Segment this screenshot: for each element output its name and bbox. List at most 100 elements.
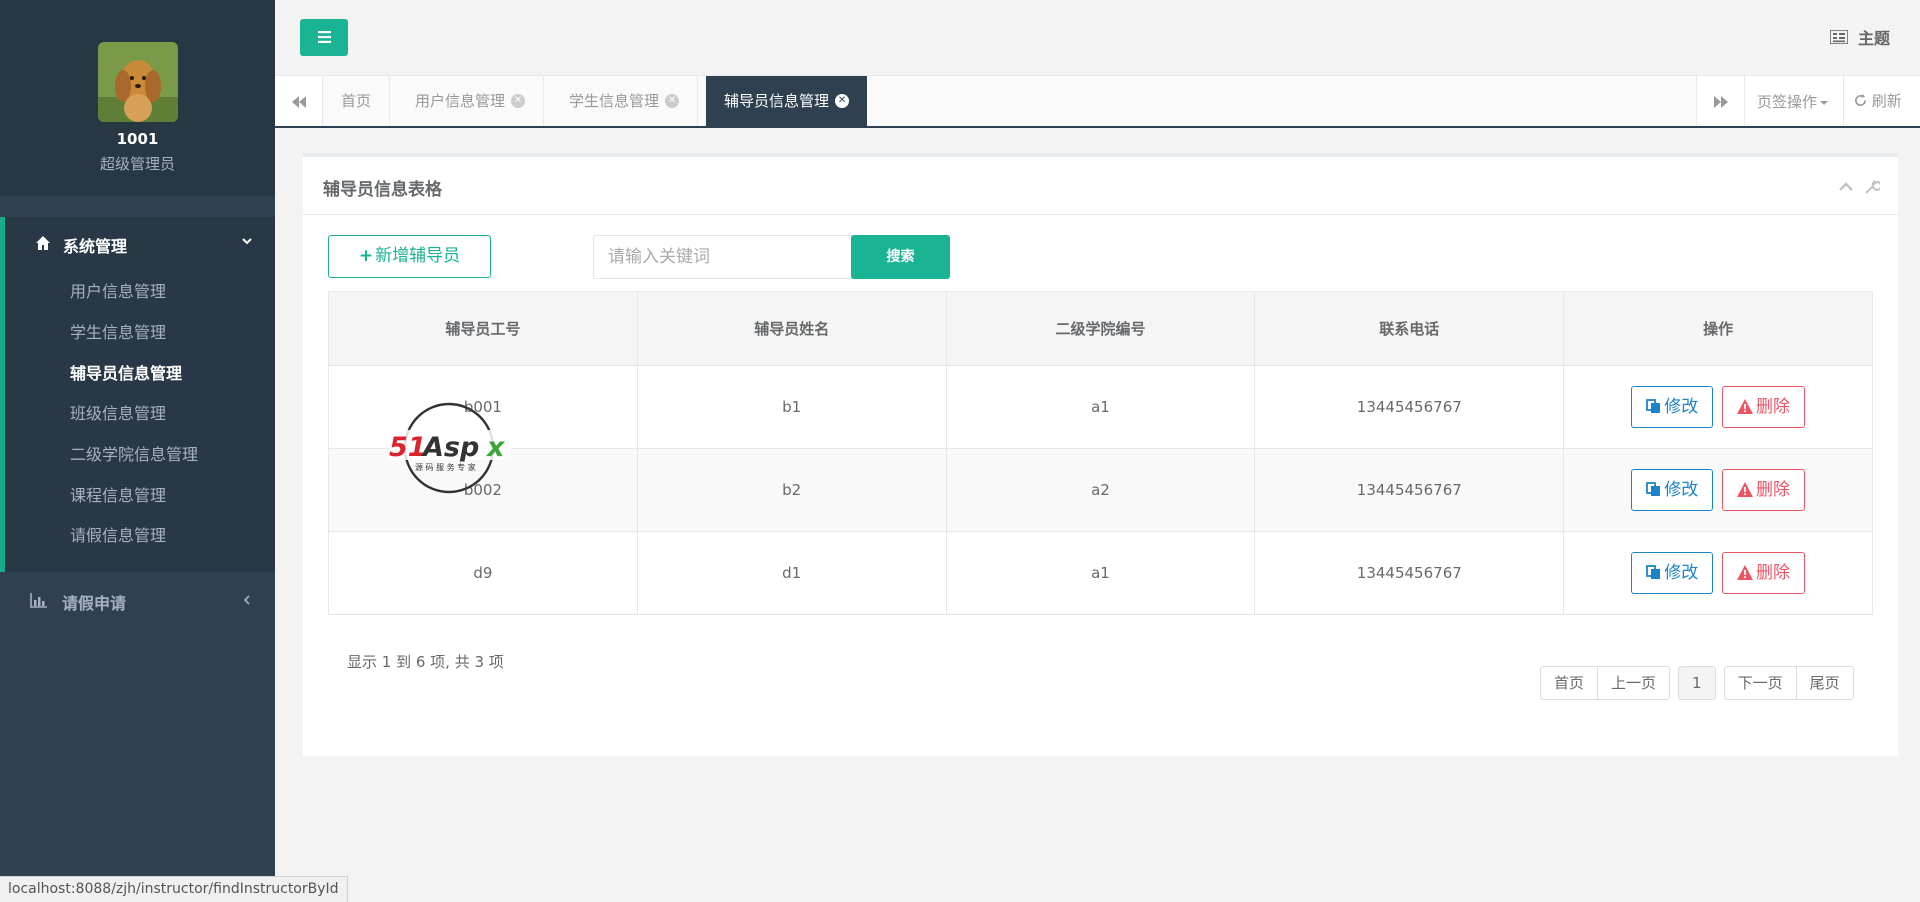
column-header-id[interactable]: 辅导员工号 <box>328 291 638 366</box>
home-icon <box>36 236 50 250</box>
close-circle-icon[interactable]: ✕ <box>665 93 680 108</box>
tab-label: 学生信息管理 <box>569 92 660 110</box>
tab-ops-label: 页签操作 <box>1757 93 1818 111</box>
bars-icon <box>318 31 331 43</box>
cell-name: b2 <box>636 448 947 532</box>
bar-chart-icon <box>30 593 47 608</box>
instructor-table: 辅导员工号 辅导员姓名 二级学院编号 联系电话 操作 b001 b1 a1 13… <box>328 291 1873 615</box>
watermark-logo: 51 Asp x 源 码 服 务 专 家 <box>389 402 511 494</box>
tab-scroll-left-button[interactable] <box>275 76 323 126</box>
pagination-first[interactable]: 首页 <box>1540 666 1599 700</box>
panel-tools <box>1839 180 1880 194</box>
table-row[interactable]: b002 b2 a2 13445456767 修改 删除 <box>328 448 1873 532</box>
profile-panel: 1001 超级管理员 <box>0 0 275 196</box>
theme-button[interactable]: 主题 <box>1829 26 1890 48</box>
sidebar-item-colleges[interactable]: 二级学院信息管理 <box>70 440 198 470</box>
cell-phone: 13445456767 <box>1254 365 1565 449</box>
tab-operations-dropdown[interactable]: 页签操作 <box>1744 76 1843 126</box>
top-header: 主题 <box>275 0 1920 76</box>
warning-icon <box>1736 565 1753 580</box>
plus-icon: + <box>358 246 374 266</box>
sidebar-item-users[interactable]: 用户信息管理 <box>70 277 166 307</box>
search-input[interactable] <box>593 235 854 279</box>
nav-group-system: 系统管理 用户信息管理 学生信息管理 辅导员信息管理 班级信息管理 二级学院信息… <box>0 217 275 572</box>
profile-name: 1001 <box>116 130 159 148</box>
edit-button[interactable]: 修改 <box>1631 552 1714 594</box>
table-header-row: 辅导员工号 辅导员姓名 二级学院编号 联系电话 操作 <box>328 291 1873 366</box>
edit-label: 修改 <box>1664 480 1699 500</box>
cell-actions: 修改 删除 <box>1563 365 1873 449</box>
table-row[interactable]: d9 d1 a1 13445456767 修改 删除 <box>328 531 1873 615</box>
pagination-current-page[interactable]: 1 <box>1678 666 1716 700</box>
refresh-button[interactable]: 刷新 <box>1843 76 1920 126</box>
backward-icon <box>292 96 306 108</box>
pagination-info: 显示 1 到 6 项, 共 3 项 <box>347 653 504 671</box>
delete-button[interactable]: 删除 <box>1721 386 1805 428</box>
chevron-up-icon[interactable] <box>1839 182 1853 191</box>
close-circle-icon[interactable]: ✕ <box>511 93 526 108</box>
panel-header: 辅导员信息表格 <box>303 157 1898 215</box>
nav-leave-request[interactable]: 请假申请 <box>0 582 275 618</box>
edit-button[interactable]: 修改 <box>1631 469 1714 511</box>
svg-text:源 码 服 务 专 家: 源 码 服 务 专 家 <box>415 462 476 472</box>
sidebar-item-classes[interactable]: 班级信息管理 <box>70 399 166 429</box>
pagination-prev[interactable]: 上一页 <box>1597 666 1671 700</box>
sidebar-item-courses[interactable]: 课程信息管理 <box>70 481 166 511</box>
column-header-name[interactable]: 辅导员姓名 <box>636 291 947 366</box>
table-row[interactable]: b001 b1 a1 13445456767 修改 删除 <box>328 365 1873 449</box>
add-instructor-button[interactable]: + 新增辅导员 <box>328 235 491 278</box>
menu-toggle-button[interactable] <box>300 19 348 56</box>
copy-icon <box>1646 399 1661 413</box>
sidebar-item-leaves[interactable]: 请假信息管理 <box>70 521 166 551</box>
nav-system-label: 系统管理 <box>63 237 128 256</box>
copy-icon <box>1646 482 1661 496</box>
pagination-last[interactable]: 尾页 <box>1795 666 1854 700</box>
delete-label: 删除 <box>1755 480 1790 500</box>
svg-text:51: 51 <box>389 432 427 463</box>
tab-instructor-management[interactable]: 辅导员信息管理 ✕ <box>706 76 868 126</box>
sidebar-item-students[interactable]: 学生信息管理 <box>70 318 166 348</box>
cell-college: a1 <box>945 531 1256 615</box>
column-header-phone[interactable]: 联系电话 <box>1254 291 1565 366</box>
column-header-college[interactable]: 二级学院编号 <box>945 291 1256 366</box>
nav-leave-label: 请假申请 <box>62 594 127 613</box>
tab-scroll-right-button[interactable] <box>1696 76 1744 126</box>
panel-title: 辅导员信息表格 <box>323 180 442 200</box>
tab-student-management[interactable]: 学生信息管理 ✕ <box>551 76 699 126</box>
warning-icon <box>1736 482 1753 497</box>
tab-home[interactable]: 首页 <box>323 76 391 126</box>
cell-actions: 修改 删除 <box>1563 448 1873 532</box>
svg-text:x: x <box>485 432 506 463</box>
delete-button[interactable]: 删除 <box>1721 469 1805 511</box>
chevron-down-icon <box>242 238 252 245</box>
tab-label: 辅导员信息管理 <box>724 92 830 110</box>
svg-text:Asp: Asp <box>421 432 479 463</box>
tab-label: 首页 <box>341 92 372 110</box>
sidebar-item-instructors[interactable]: 辅导员信息管理 <box>70 359 182 389</box>
delete-label: 删除 <box>1755 397 1790 417</box>
status-bar-url: localhost:8088/zjh/instructor/findInstru… <box>0 876 348 902</box>
add-instructor-label: 新增辅导员 <box>375 246 461 266</box>
profile-role: 超级管理员 <box>99 155 175 173</box>
nav-system-management[interactable]: 系统管理 <box>5 217 275 271</box>
pagination-next[interactable]: 下一页 <box>1723 666 1797 700</box>
close-circle-icon[interactable]: ✕ <box>835 93 850 108</box>
caret-down-icon <box>1820 100 1829 105</box>
cell-actions: 修改 删除 <box>1563 531 1873 615</box>
pagination: 首页 上一页 1 下一页 尾页 <box>1540 666 1854 700</box>
wrench-icon[interactable] <box>1865 180 1880 194</box>
delete-button[interactable]: 删除 <box>1721 552 1805 594</box>
cell-phone: 13445456767 <box>1254 531 1565 615</box>
chevron-left-icon <box>243 595 250 605</box>
refresh-label: 刷新 <box>1871 92 1902 110</box>
avatar[interactable] <box>98 42 178 122</box>
tab-user-management[interactable]: 用户信息管理 ✕ <box>397 76 545 126</box>
forward-icon <box>1714 96 1728 108</box>
warning-icon <box>1736 399 1753 414</box>
edit-label: 修改 <box>1664 563 1699 583</box>
search-button[interactable]: 搜索 <box>851 235 950 279</box>
edit-button[interactable]: 修改 <box>1631 386 1714 428</box>
tab-label: 用户信息管理 <box>415 92 506 110</box>
column-header-actions: 操作 <box>1563 291 1873 366</box>
cell-college: a1 <box>945 365 1256 449</box>
